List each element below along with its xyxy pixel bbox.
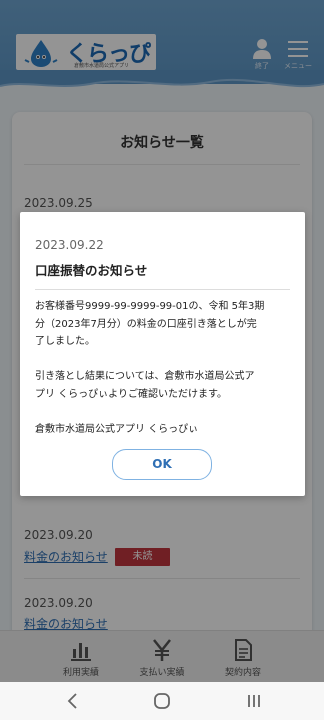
notice-spacer — [35, 403, 293, 421]
notice-dialog: 2023.09.22 口座振替のお知らせ お客様番号9999-99-9999-9… — [20, 212, 305, 496]
notice-body: お客様番号9999-99-9999-99-01の、令和 5年3期 分（2023年… — [35, 298, 293, 438]
back-icon[interactable] — [62, 690, 84, 712]
notice-line: プリ くらっぴぃよりご確認いただけます。 — [35, 388, 227, 400]
notice-line: 了しました。 — [35, 336, 95, 347]
notice-line: お客様番号9999-99-9999-99-01の、令和 5年3期 — [35, 301, 265, 312]
home-icon[interactable] — [151, 690, 173, 712]
ok-button[interactable]: OK — [112, 449, 212, 480]
notice-title: 口座振替のお知らせ — [35, 263, 148, 278]
recent-apps-icon[interactable] — [243, 690, 265, 712]
notice-spacer — [35, 351, 293, 369]
notice-line: 倉敷市水道局公式アプリ くらっぴぃ — [35, 423, 199, 435]
notice-date: 2023.09.22 — [35, 238, 104, 252]
notice-divider — [35, 289, 290, 290]
system-navigation-bar — [0, 682, 324, 720]
notice-line: 引き落とし結果については、倉敷市水道局公式ア — [35, 371, 255, 382]
notice-line: 分（2023年7月分）の料金の口座引き落としが完 — [35, 318, 257, 330]
